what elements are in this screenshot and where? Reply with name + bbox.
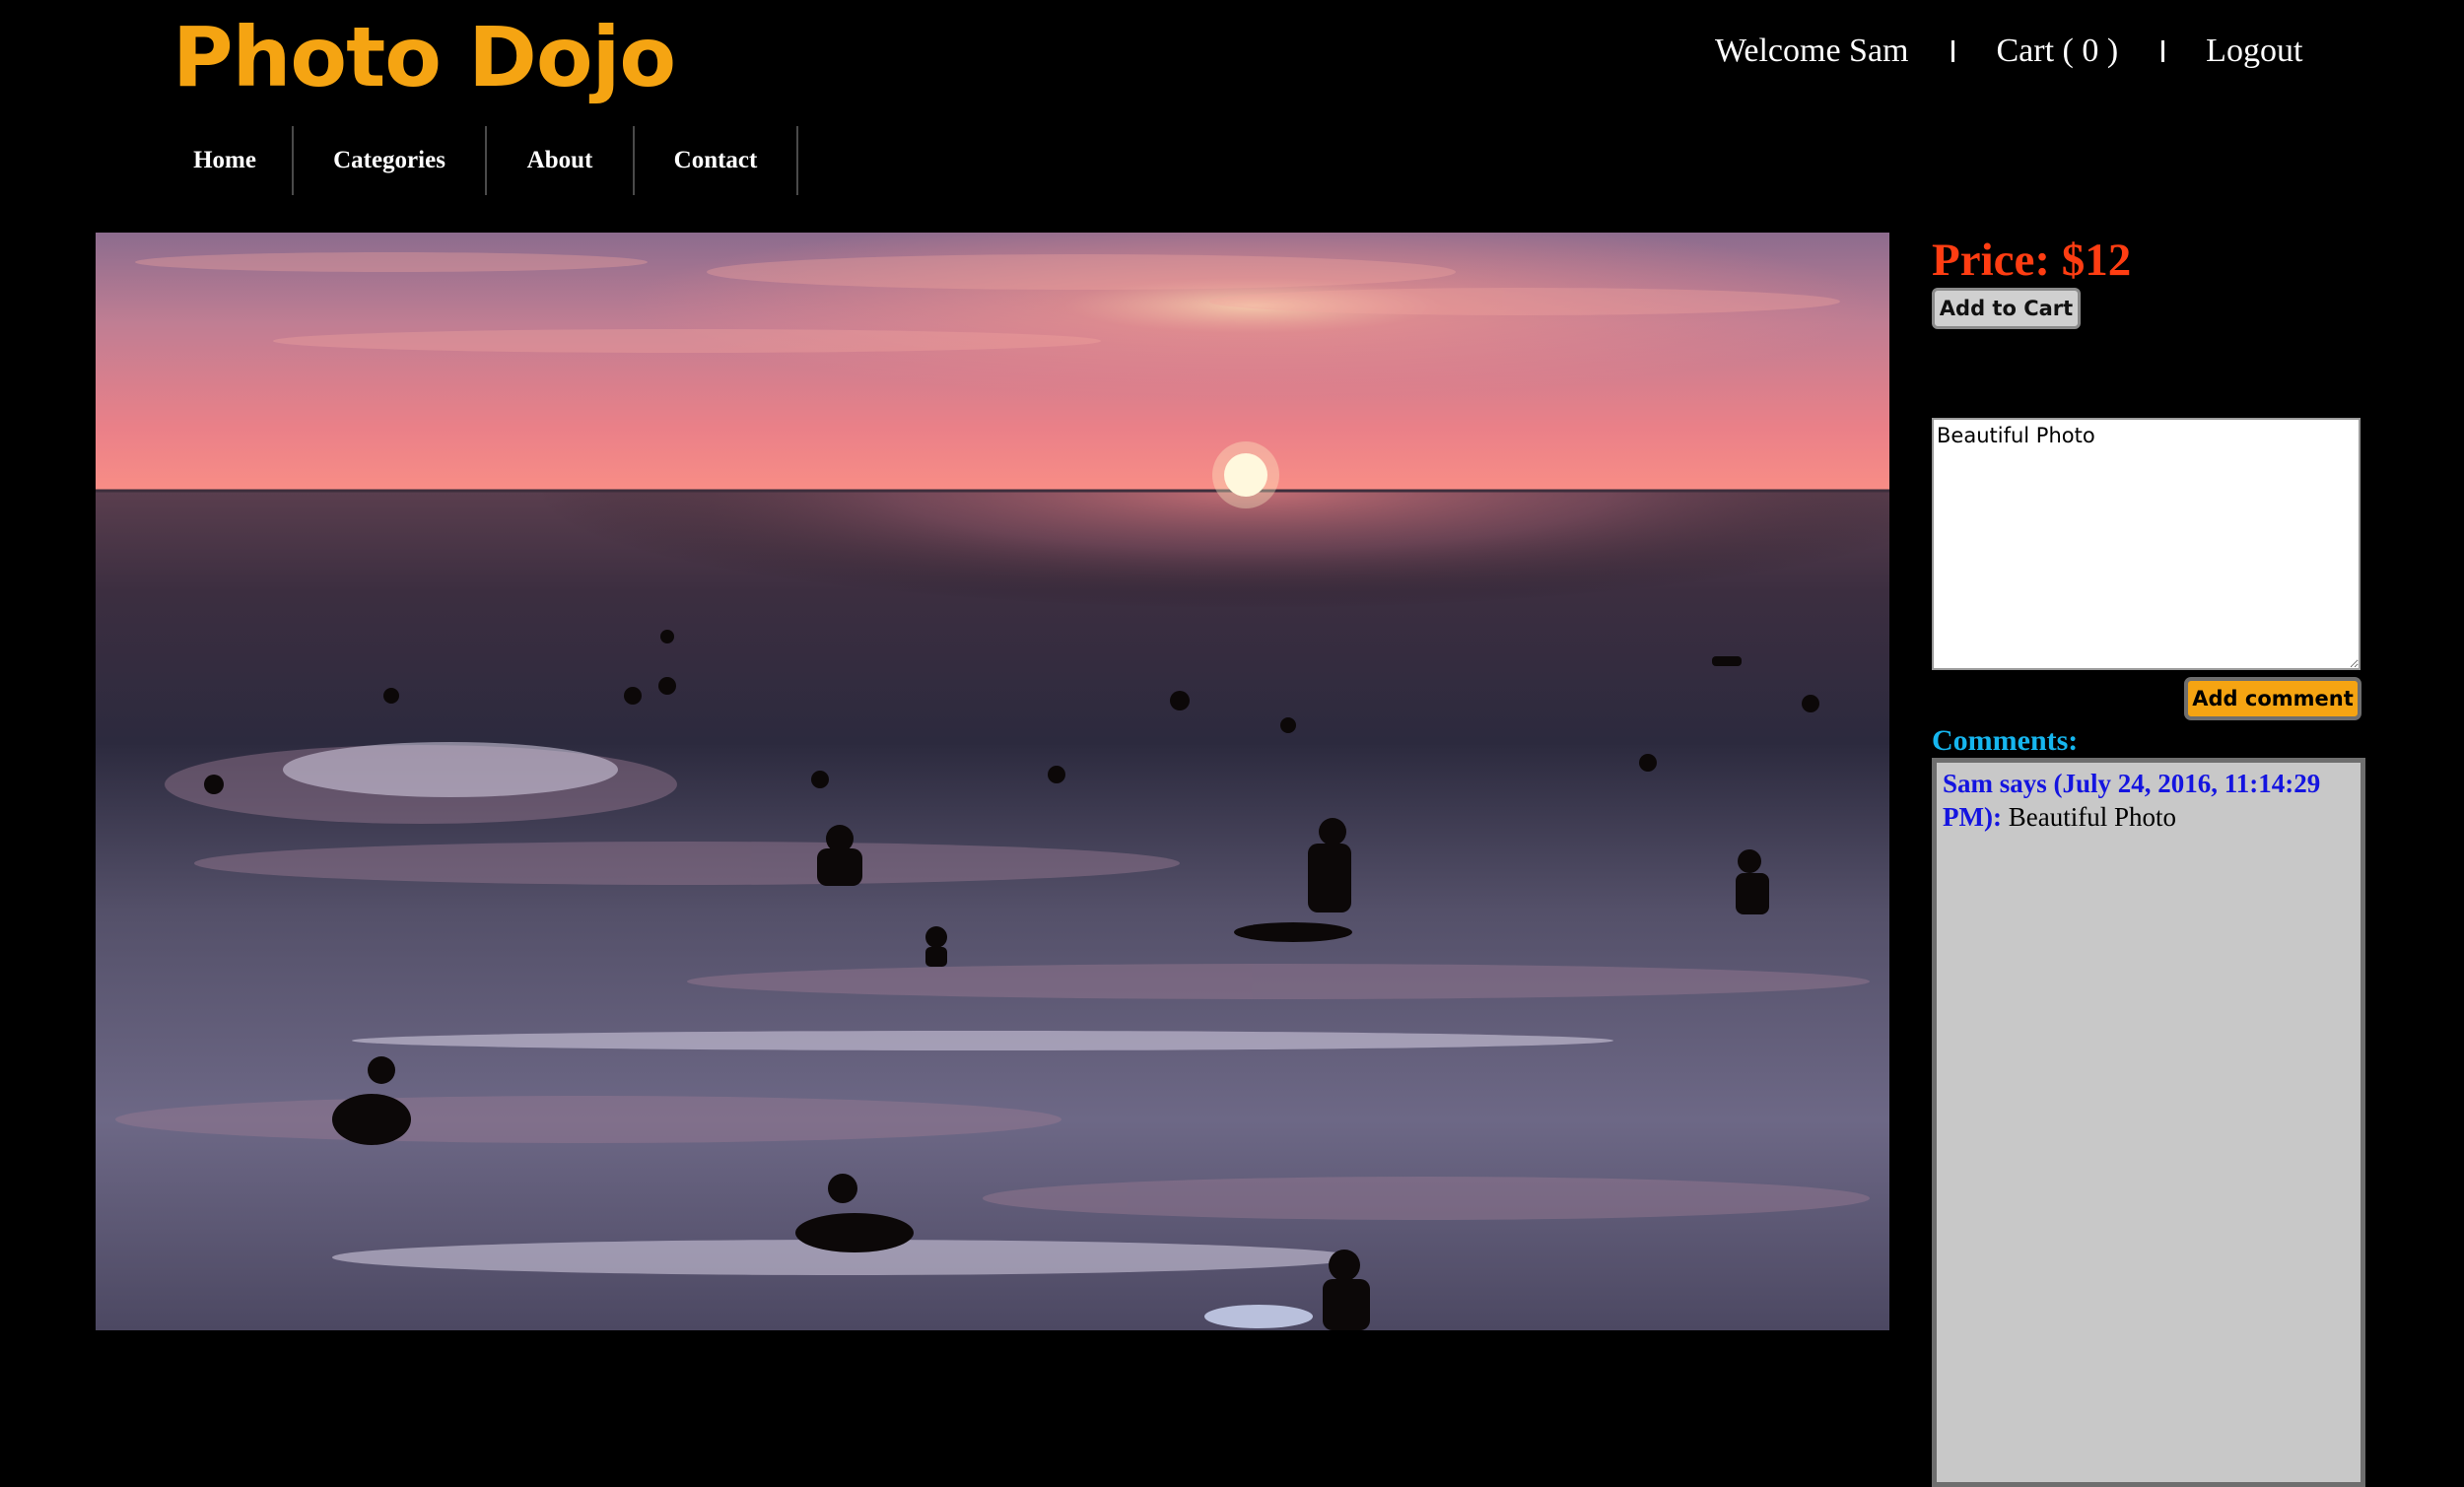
main-nav: Home Categories About Contact bbox=[158, 126, 798, 195]
site-logo[interactable]: Photo Dojo bbox=[172, 8, 676, 106]
sunset-surf-image bbox=[96, 233, 1889, 1330]
comments-list[interactable]: Sam says (July 24, 2016, 11:14:29 PM): B… bbox=[1932, 758, 2365, 1487]
price-label: Price: $12 bbox=[1932, 235, 2132, 286]
main-photo[interactable] bbox=[96, 233, 1889, 1330]
nav-home[interactable]: Home bbox=[158, 126, 294, 195]
welcome-text: Welcome Sam bbox=[1715, 33, 1909, 69]
comment-item: Sam says (July 24, 2016, 11:14:29 PM): B… bbox=[1943, 767, 2355, 834]
nav-categories[interactable]: Categories bbox=[294, 126, 487, 195]
divider bbox=[1951, 40, 1955, 62]
comments-heading: Comments: bbox=[1932, 724, 2079, 757]
divider bbox=[2161, 40, 2165, 62]
logout-link[interactable]: Logout bbox=[2206, 33, 2302, 70]
nav-contact[interactable]: Contact bbox=[635, 126, 798, 195]
comment-input[interactable]: Beautiful Photo bbox=[1932, 418, 2361, 670]
user-nav: Welcome Sam Cart ( 0 ) Logout bbox=[1715, 28, 2302, 75]
nav-about[interactable]: About bbox=[487, 126, 635, 195]
add-comment-button[interactable]: Add comment bbox=[2184, 677, 2361, 720]
cart-link[interactable]: Cart ( 0 ) bbox=[1996, 33, 2118, 70]
comment-text: Beautiful Photo bbox=[2008, 802, 2176, 832]
add-to-cart-button[interactable]: Add to Cart bbox=[1932, 288, 2081, 329]
site-header: Photo Dojo Welcome Sam Cart ( 0 ) Logout… bbox=[0, 0, 2464, 232]
